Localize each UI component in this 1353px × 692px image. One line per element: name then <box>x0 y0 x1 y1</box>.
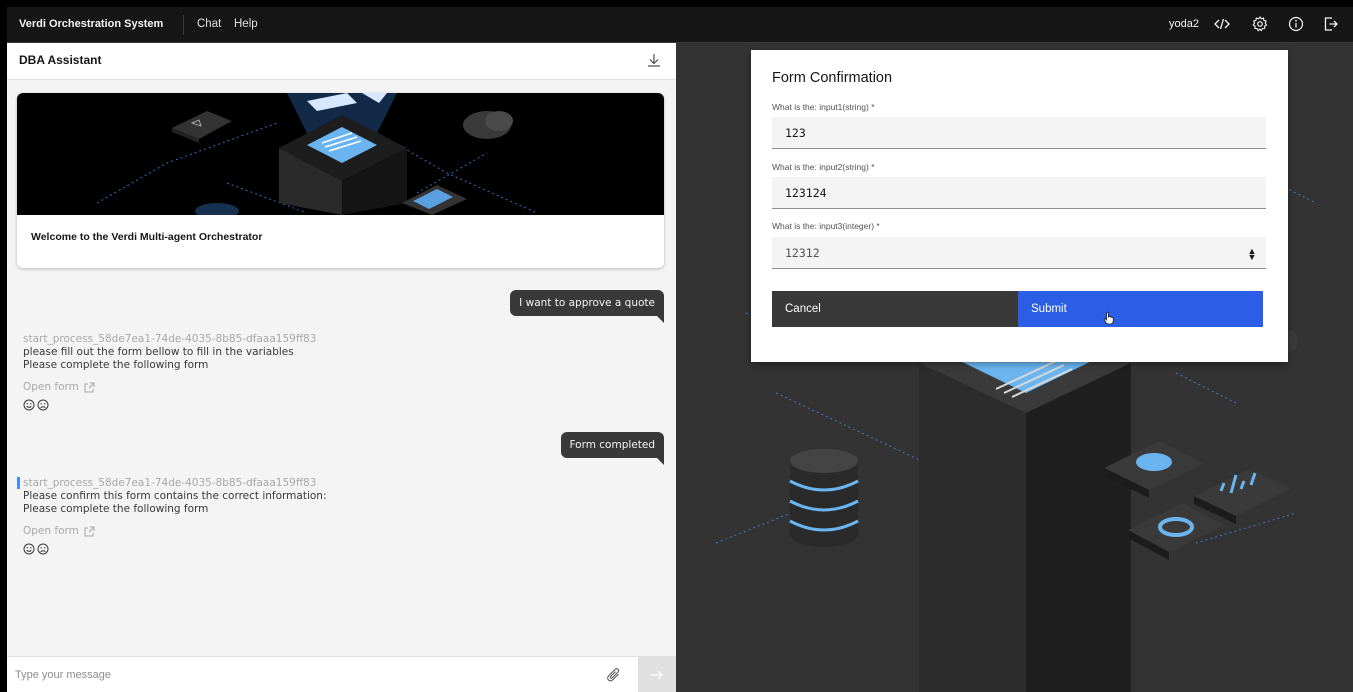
input2-label: What is the: input2(string) * <box>772 162 875 172</box>
sad-face-icon[interactable] <box>37 543 49 555</box>
chat-panel: DBA Assistant Welcome to the Verdi Multi… <box>7 43 676 692</box>
user-name[interactable]: yoda2 <box>1169 18 1199 30</box>
nav-chat[interactable]: Chat <box>197 18 221 30</box>
gear-icon[interactable] <box>1249 13 1271 35</box>
panel-header: DBA Assistant <box>7 43 676 80</box>
input2-field[interactable] <box>772 177 1266 209</box>
message-input[interactable] <box>7 657 597 692</box>
welcome-card: Welcome to the Verdi Multi-agent Orchest… <box>17 93 664 268</box>
paperclip-icon[interactable] <box>605 666 623 684</box>
number-stepper-icon[interactable]: ▲ ▼ <box>1246 247 1258 262</box>
header-divider <box>183 15 184 35</box>
bot-message-line: please fill out the form bellow to fill … <box>23 346 294 358</box>
bot-message-line: Please complete the following form <box>23 503 209 515</box>
user-message-text: Form completed <box>569 439 656 451</box>
app-title: Verdi Orchestration System <box>19 18 164 30</box>
open-form-link[interactable]: Open form <box>23 381 316 394</box>
message-composer <box>7 656 676 692</box>
code-icon[interactable] <box>1211 13 1233 35</box>
cancel-button[interactable]: Cancel <box>772 291 1018 327</box>
thumbs-up-face-icon[interactable] <box>23 399 35 411</box>
panel-title: DBA Assistant <box>19 53 102 67</box>
arrow-right-icon <box>651 670 663 680</box>
input1-field[interactable] <box>772 117 1266 149</box>
welcome-hero-image <box>17 93 664 215</box>
send-button[interactable] <box>638 657 676 692</box>
welcome-title: Welcome to the Verdi Multi-agent Orchest… <box>31 231 263 243</box>
input3-label: What is the: input3(integer) * <box>772 221 880 231</box>
user-message: I want to approve a quote <box>510 290 664 323</box>
modal-title: Form Confirmation <box>772 70 893 86</box>
open-form-label: Open form <box>23 525 79 537</box>
hand-pointer-icon <box>1103 311 1114 325</box>
logout-icon[interactable] <box>1320 13 1342 35</box>
open-form-label: Open form <box>23 381 79 393</box>
bot-message: start_process_58de7ea1-74de-4035-8b85-df… <box>23 477 327 555</box>
process-id: start_process_58de7ea1-74de-4035-8b85-df… <box>23 333 317 345</box>
open-form-link[interactable]: Open form <box>23 525 327 538</box>
bot-message: start_process_58de7ea1-74de-4035-8b85-df… <box>23 333 316 411</box>
process-id: start_process_58de7ea1-74de-4035-8b85-df… <box>23 477 317 489</box>
bot-message-line: Please confirm this form contains the co… <box>23 490 327 502</box>
active-indicator <box>17 477 20 489</box>
input1-label: What is the: input1(string) * <box>772 102 875 112</box>
launch-icon <box>84 526 95 537</box>
submit-button[interactable]: Submit <box>1018 291 1263 327</box>
form-confirmation-modal: Form Confirmation What is the: input1(st… <box>751 50 1288 362</box>
input3-number-field[interactable] <box>772 237 1266 269</box>
download-icon[interactable] <box>645 51 665 71</box>
sad-face-icon[interactable] <box>37 399 49 411</box>
feedback-buttons <box>23 543 327 555</box>
nav-help[interactable]: Help <box>234 18 258 30</box>
info-icon[interactable] <box>1285 13 1307 35</box>
feedback-buttons <box>23 399 316 411</box>
top-header: Verdi Orchestration System Chat Help yod… <box>7 7 1353 43</box>
happy-face-icon[interactable] <box>23 543 35 555</box>
bot-message-line: Please complete the following form <box>23 359 209 371</box>
app-window: Verdi Orchestration System Chat Help yod… <box>7 7 1353 692</box>
user-message-text: I want to approve a quote <box>519 297 655 309</box>
launch-icon <box>84 382 95 393</box>
user-message: Form completed <box>560 432 664 465</box>
